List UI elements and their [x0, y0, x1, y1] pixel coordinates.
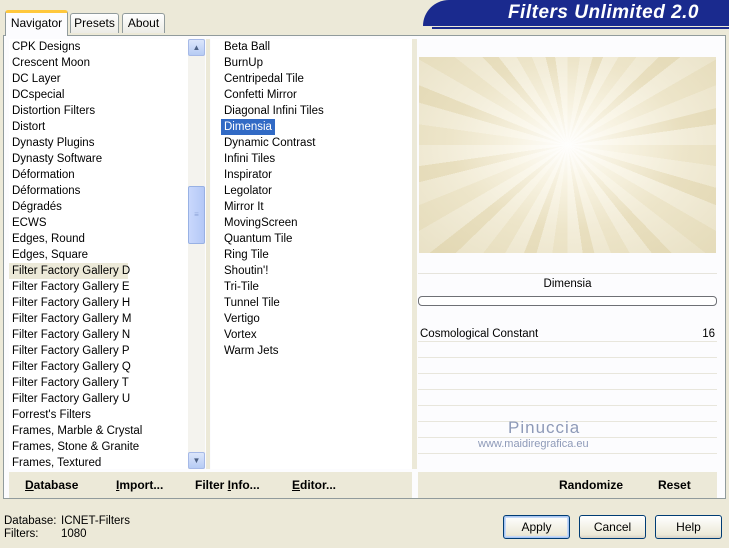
parameter-row[interactable]: [418, 374, 717, 390]
filter-item[interactable]: Quantum Tile: [221, 231, 292, 247]
category-item[interactable]: Frames, Marble & Crystal: [9, 423, 142, 439]
cancel-button[interactable]: Cancel: [579, 515, 646, 539]
tab-about[interactable]: About: [122, 13, 165, 33]
filter-item[interactable]: Legolator: [221, 183, 272, 199]
filter-item[interactable]: Tunnel Tile: [221, 295, 280, 311]
editor-button[interactable]: Editor...: [292, 478, 336, 492]
category-item[interactable]: DCspecial: [9, 87, 64, 103]
category-item[interactable]: Déformations: [9, 183, 80, 199]
chevron-up-icon: ▲: [192, 43, 201, 52]
parameter-value[interactable]: 16: [702, 326, 715, 342]
filter-item[interactable]: Beta Ball: [221, 39, 270, 55]
title-banner: Filters Unlimited 2.0: [423, 0, 729, 26]
category-item[interactable]: Forrest's Filters: [9, 407, 91, 423]
right-toolbar: Randomize Reset: [418, 472, 717, 498]
database-value: ICNET-Filters: [61, 515, 130, 527]
filter-item[interactable]: Dynamic Contrast: [221, 135, 315, 151]
filter-item[interactable]: Infini Tiles: [221, 151, 275, 167]
filter-list[interactable]: Beta Ball BurnUp Centripedal Tile Confetti …: [211, 39, 412, 469]
parameter-row[interactable]: Cosmological Constant 16: [418, 326, 717, 342]
filter-item[interactable]: Diagonal Infini Tiles: [221, 103, 324, 119]
category-item[interactable]: Dégradés: [9, 199, 62, 215]
filter-item[interactable]: Ring Tile: [221, 247, 269, 263]
divider-left: [206, 39, 210, 469]
category-item[interactable]: DC Layer: [9, 71, 61, 87]
filter-item[interactable]: Vertigo: [221, 311, 260, 327]
watermark-name: Pinuccia: [508, 418, 581, 437]
category-item[interactable]: Crescent Moon: [9, 55, 90, 71]
category-item[interactable]: Filter Factory Gallery D: [9, 263, 130, 279]
filter-item[interactable]: Tri-Tile: [221, 279, 259, 295]
category-item[interactable]: Frames, Textured: [9, 455, 101, 471]
category-item[interactable]: Filter Factory Gallery E: [9, 279, 130, 295]
filters-count: 1080: [61, 528, 87, 540]
scroll-thumb[interactable]: ≡: [188, 186, 205, 244]
filter-item[interactable]: Warm Jets: [221, 343, 279, 359]
scroll-up-button[interactable]: ▲: [188, 39, 205, 56]
filter-item[interactable]: BurnUp: [221, 55, 263, 71]
category-item[interactable]: Dynasty Software: [9, 151, 102, 167]
filter-item[interactable]: MovingScreen: [221, 215, 298, 231]
filter-item[interactable]: Centripedal Tile: [221, 71, 304, 87]
parameter-row[interactable]: [418, 358, 717, 374]
category-item[interactable]: Filter Factory Gallery H: [9, 295, 130, 311]
grip-icon: ≡: [194, 210, 199, 219]
filter-item[interactable]: Confetti Mirror: [221, 87, 297, 103]
parameter-label: Cosmological Constant: [420, 328, 539, 340]
banner-underline: [432, 27, 729, 29]
category-item[interactable]: Distort: [9, 119, 45, 135]
apply-button[interactable]: Apply: [503, 515, 570, 539]
parameter-row[interactable]: [418, 342, 717, 358]
import-button[interactable]: Import...: [116, 478, 163, 492]
filter-preview-image: [419, 57, 716, 253]
banner-title: Filters Unlimited 2.0: [507, 2, 699, 23]
tab-navigator[interactable]: Navigator: [5, 10, 68, 36]
category-item[interactable]: Filter Factory Gallery U: [9, 391, 130, 407]
watermark-site: www.maidiregrafica.eu: [478, 438, 589, 450]
left-toolbar: Database Import... Filter Info... Editor…: [9, 472, 412, 498]
chevron-down-icon: ▼: [192, 456, 201, 465]
parameter-row[interactable]: [418, 390, 717, 406]
category-item[interactable]: Filter Factory Gallery M: [9, 311, 132, 327]
category-item[interactable]: Distortion Filters: [9, 103, 95, 119]
category-item[interactable]: Edges, Square: [9, 247, 88, 263]
category-scrollbar[interactable]: ▲ ≡ ▼: [188, 39, 205, 469]
category-item[interactable]: Filter Factory Gallery T: [9, 375, 129, 391]
category-item[interactable]: ECWS: [9, 215, 47, 231]
filter-item[interactable]: Dimensia: [221, 119, 275, 135]
category-item[interactable]: CPK Designs: [9, 39, 80, 55]
filter-item[interactable]: Vortex: [221, 327, 257, 343]
randomize-button[interactable]: Randomize: [559, 478, 623, 492]
filter-info-button[interactable]: Filter Info...: [195, 478, 260, 492]
filter-item[interactable]: Shoutin'!: [221, 263, 268, 279]
category-list[interactable]: CPK Designs Crescent Moon DC Layer DCspecia…: [9, 39, 188, 469]
progress-bar: [418, 296, 717, 306]
scroll-down-button[interactable]: ▼: [188, 452, 205, 469]
help-button[interactable]: Help: [655, 515, 722, 539]
preview-filter-name: Dimensia: [418, 273, 717, 293]
divider-right: [412, 39, 417, 469]
database-button[interactable]: Database: [25, 478, 78, 492]
category-item[interactable]: Filter Factory Gallery N: [9, 327, 130, 343]
filters-label: Filters:: [4, 528, 39, 540]
category-item[interactable]: Filter Factory Gallery Q: [9, 359, 131, 375]
category-item[interactable]: Dynasty Plugins: [9, 135, 94, 151]
filter-item[interactable]: Inspirator: [221, 167, 272, 183]
category-item[interactable]: Déformation: [9, 167, 75, 183]
category-item[interactable]: Filter Factory Gallery P: [9, 343, 130, 359]
category-item[interactable]: Frames, Stone & Granite: [9, 439, 139, 455]
filter-item[interactable]: Mirror It: [221, 199, 264, 215]
reset-button[interactable]: Reset: [658, 478, 691, 492]
database-label: Database:: [4, 515, 57, 527]
tab-presets[interactable]: Presets: [70, 13, 119, 33]
category-item[interactable]: Edges, Round: [9, 231, 85, 247]
